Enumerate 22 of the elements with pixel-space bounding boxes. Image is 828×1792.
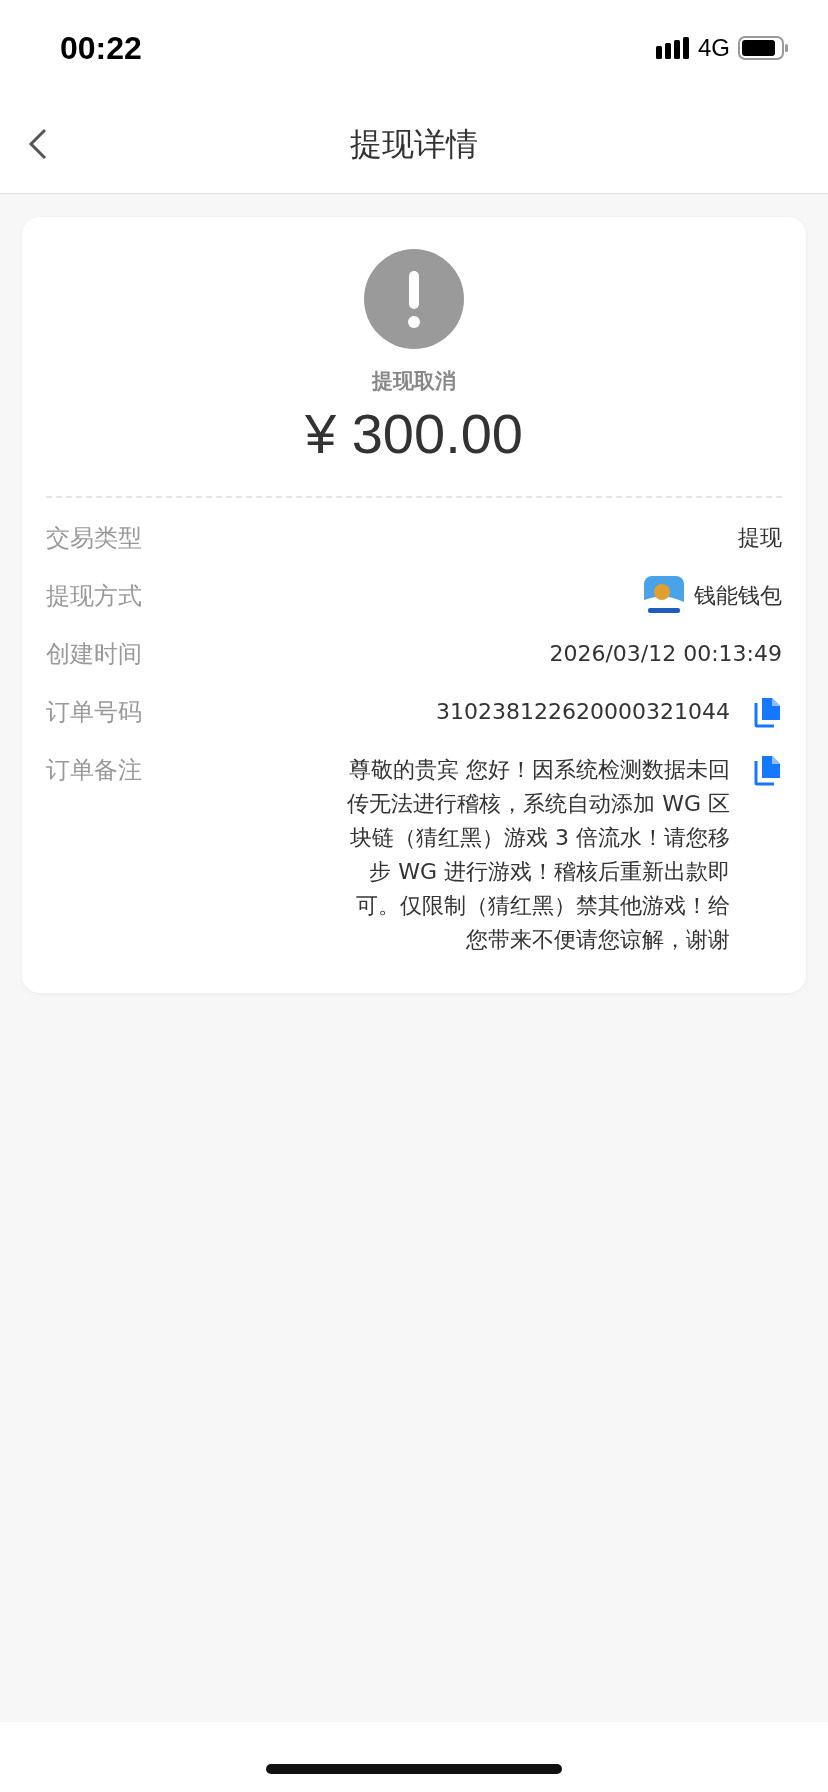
row-value: 提现: [738, 524, 782, 552]
row-label: 创建时间: [46, 639, 142, 670]
copy-icon[interactable]: [754, 754, 782, 786]
page-title: 提现详情: [350, 123, 478, 165]
amount: ¥ 300.00: [305, 401, 523, 466]
row-label: 订单备注: [46, 755, 142, 786]
row-label: 提现方式: [46, 581, 142, 612]
row-label: 交易类型: [46, 523, 142, 554]
signal-icon: [656, 37, 690, 59]
back-icon[interactable]: [28, 128, 48, 160]
row-value: 尊敬的贵宾 您好！因系统检测数据未回传无法进行稽核，系统自动添加 WG 区块链（猜红黑）游戏 3 倍流水！请您移步 WG 进行游戏！稽核后重新出款即可。仅限制（猜红黑）禁其他游戏！给您带来不便请您谅解，谢谢: [346, 756, 730, 954]
row-value: 钱能钱包: [694, 582, 782, 610]
exclamation-icon: [364, 249, 464, 349]
copy-icon[interactable]: [754, 696, 782, 728]
row-label: 订单号码: [46, 697, 142, 728]
app-logo-icon: [644, 576, 684, 616]
status-label: 提现取消: [372, 368, 456, 395]
battery-icon: [738, 36, 788, 60]
network-label: 4G: [698, 34, 730, 62]
row-value: 310238122620000321044: [436, 698, 730, 726]
row-value: 2026/03/12 00:13:49: [549, 640, 782, 668]
status-time: 00:22: [60, 29, 142, 67]
